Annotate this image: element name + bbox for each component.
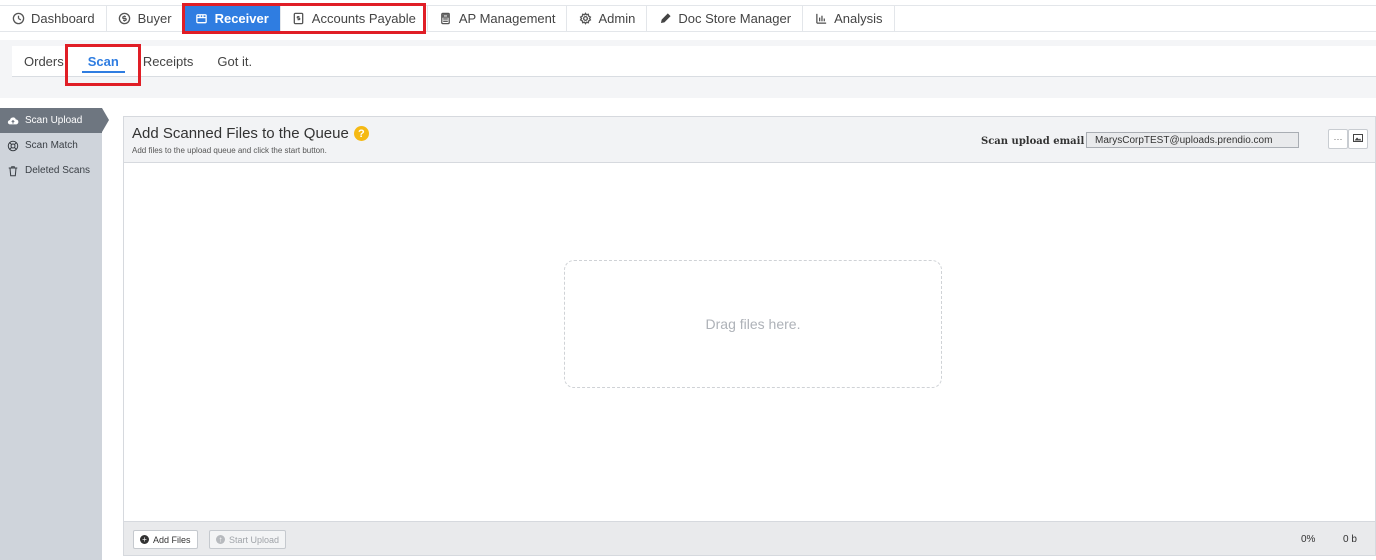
dropzone-text: Drag files here.	[705, 316, 801, 332]
add-files-label: Add Files	[153, 534, 191, 545]
help-icon[interactable]: ?	[353, 126, 369, 141]
cloud-upload-icon	[6, 114, 20, 128]
nav-ap-management-label: AP Management	[458, 11, 556, 26]
nav-admin-label: Admin	[598, 11, 636, 26]
add-files-button[interactable]: + Add Files	[133, 530, 198, 549]
panel-header: Add Scanned Files to the Queue ? Add fil…	[124, 117, 1375, 163]
sidebar-item-deleted-scans[interactable]: Deleted Scans	[0, 158, 102, 183]
nav-receiver-label: Receiver	[214, 11, 269, 26]
start-upload-label: Start Upload	[229, 534, 280, 545]
sidebar: Scan Upload Scan Match Deleted Scans	[0, 108, 109, 560]
sidebar-item-scan-match-label: Scan Match	[25, 140, 78, 151]
nav-buyer-label: Buyer	[137, 11, 172, 26]
plus-circle-icon: +	[140, 535, 149, 544]
tab-receipts[interactable]: Receipts	[131, 46, 206, 77]
upload-percent: 0%	[1301, 534, 1316, 545]
file-dropzone[interactable]: Drag files here.	[564, 260, 942, 388]
lifebuoy-icon	[6, 139, 20, 153]
nav-analysis-label: Analysis	[834, 11, 883, 26]
tab-got-it[interactable]: Got it.	[205, 46, 264, 77]
invoice-icon	[292, 12, 306, 26]
panel-title: Add Scanned Files to the Queue	[132, 125, 349, 142]
scan-upload-email-label: Scan upload email	[981, 136, 1085, 147]
calculator-icon	[439, 12, 453, 26]
scan-upload-email-field[interactable]	[1086, 132, 1299, 148]
start-upload-button[interactable]: ↑ Start Upload	[209, 530, 287, 549]
bar-chart-icon	[814, 12, 828, 26]
nav-analysis[interactable]: Analysis	[803, 6, 895, 31]
nav-doc-store-manager[interactable]: Doc Store Manager	[647, 6, 804, 31]
more-options-button[interactable]: ···	[1328, 129, 1348, 149]
gear-icon	[578, 12, 592, 26]
nav-accounts-payable[interactable]: Accounts Payable	[281, 6, 428, 31]
dollar-circle-icon	[118, 12, 132, 26]
nav-accounts-payable-label: Accounts Payable	[311, 11, 416, 26]
sidebar-item-scan-upload[interactable]: Scan Upload	[0, 108, 109, 133]
receiver-box-icon	[195, 12, 209, 26]
nav-admin[interactable]: Admin	[567, 6, 648, 31]
trash-icon	[6, 164, 20, 178]
pen-icon	[658, 12, 672, 26]
nav-receiver[interactable]: Receiver	[183, 6, 281, 31]
panel-subtitle: Add files to the upload queue and click …	[132, 146, 327, 155]
dashboard-icon	[11, 12, 25, 26]
subtab-bar: Orders Scan Receipts Got it.	[12, 46, 1376, 77]
top-nav: Dashboard Buyer Receiver Accounts Payabl…	[0, 5, 1376, 32]
image-icon	[1353, 133, 1363, 145]
nav-dashboard[interactable]: Dashboard	[0, 6, 107, 31]
nav-ap-management[interactable]: AP Management	[428, 6, 568, 31]
panel-title-row: Add Scanned Files to the Queue ?	[132, 125, 369, 142]
sidebar-item-scan-upload-label: Scan Upload	[25, 115, 83, 126]
panel-footer: + Add Files ↑ Start Upload 0% 0 b	[124, 521, 1375, 555]
upload-panel: Add Scanned Files to the Queue ? Add fil…	[123, 116, 1376, 556]
tab-orders[interactable]: Orders	[12, 46, 76, 77]
sidebar-item-scan-match[interactable]: Scan Match	[0, 133, 102, 158]
nav-doc-store-manager-label: Doc Store Manager	[678, 11, 792, 26]
tab-scan[interactable]: Scan	[76, 46, 131, 77]
upload-circle-icon: ↑	[216, 535, 225, 544]
image-view-button[interactable]	[1348, 129, 1368, 149]
sidebar-item-deleted-scans-label: Deleted Scans	[25, 165, 91, 176]
nav-dashboard-label: Dashboard	[31, 11, 95, 26]
upload-bytes: 0 b	[1343, 534, 1357, 545]
nav-buyer[interactable]: Buyer	[107, 6, 184, 31]
